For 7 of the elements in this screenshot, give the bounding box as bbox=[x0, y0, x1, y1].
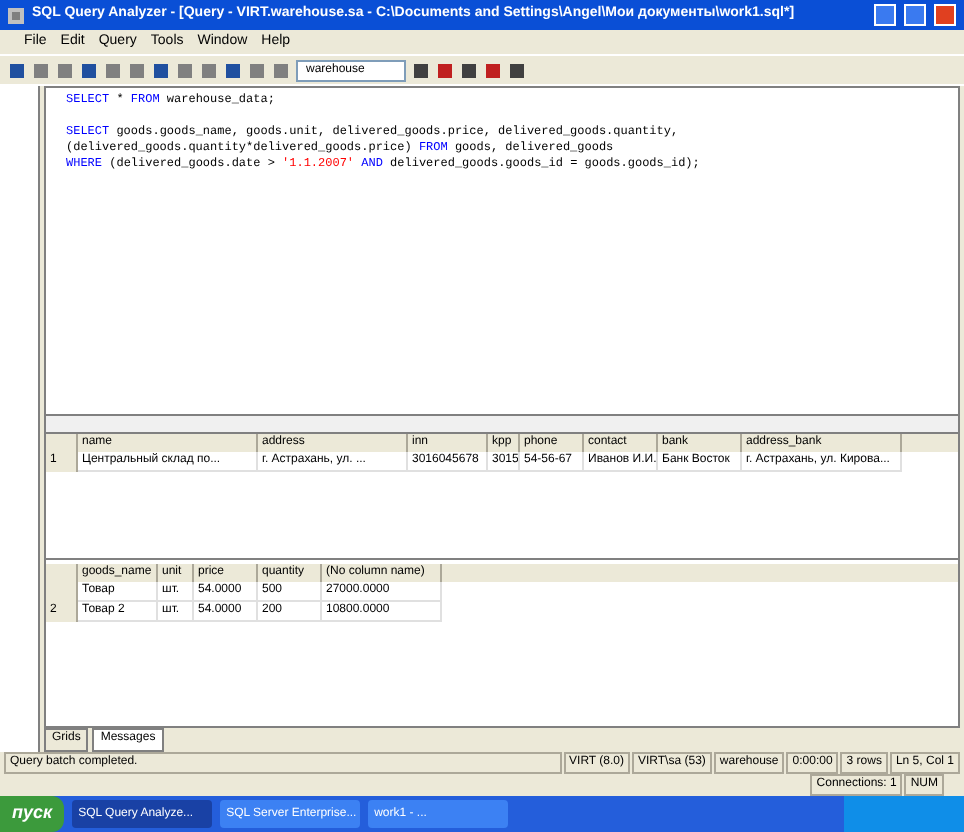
minimize-button[interactable] bbox=[874, 4, 896, 26]
horizontal-scrollbar[interactable] bbox=[44, 416, 960, 432]
maximize-button[interactable] bbox=[904, 4, 926, 26]
system-tray bbox=[844, 796, 964, 832]
close-button[interactable] bbox=[934, 4, 956, 26]
start-button[interactable]: пуск bbox=[0, 796, 65, 832]
app-icon bbox=[8, 7, 24, 23]
